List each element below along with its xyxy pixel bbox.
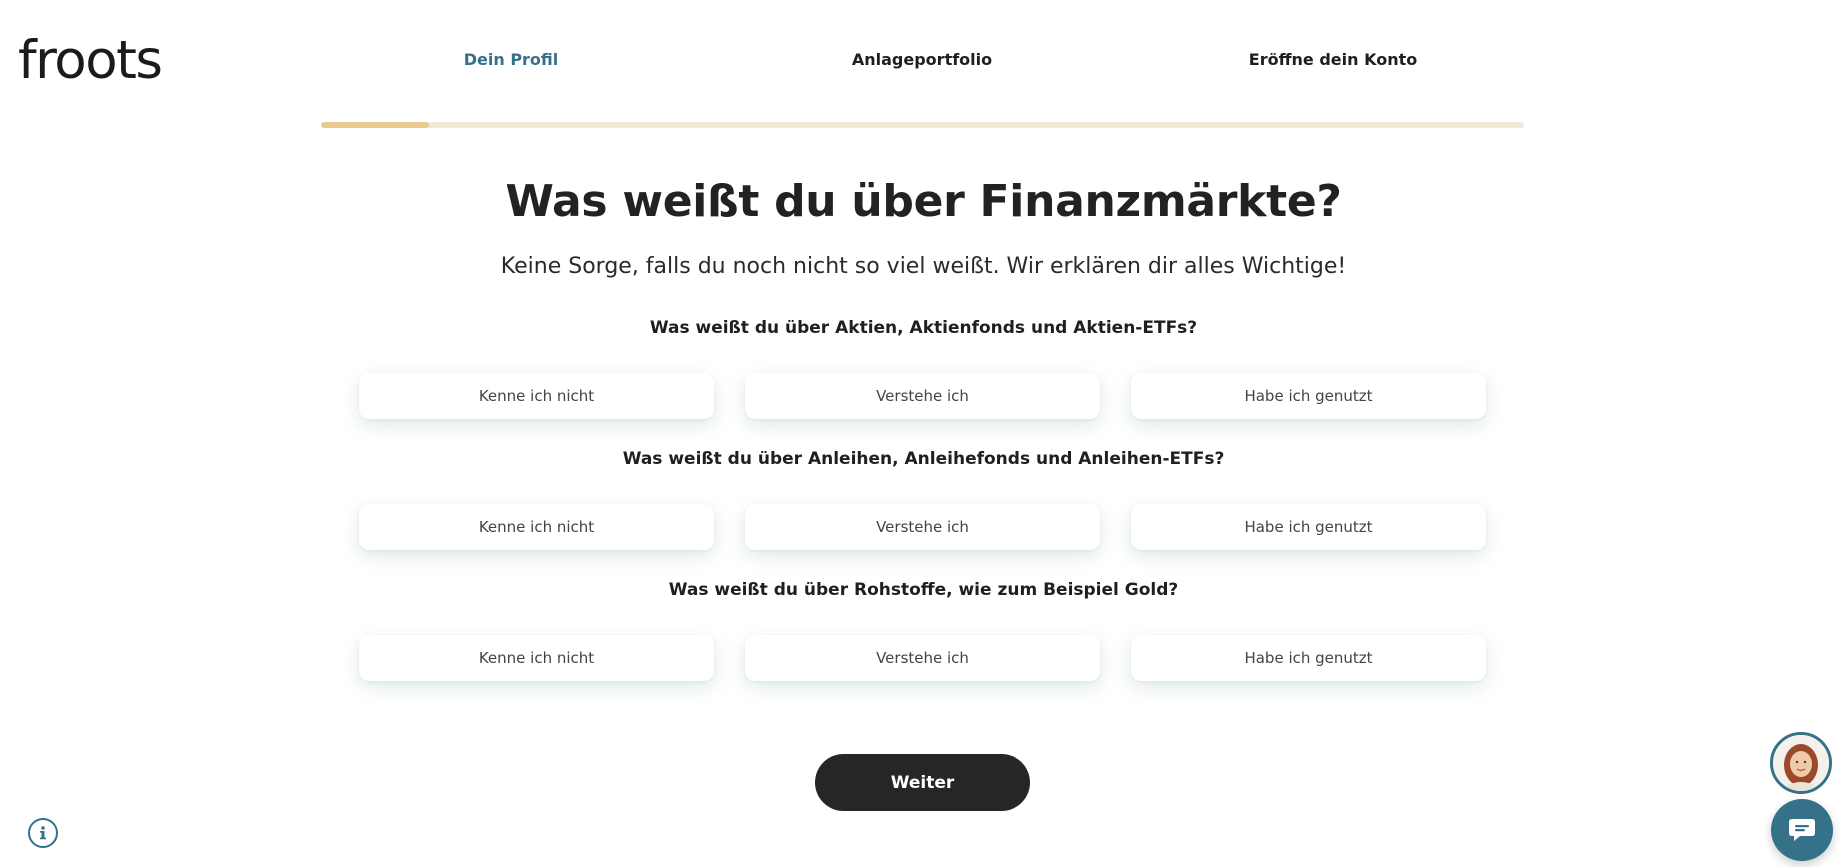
chat-bubble-icon — [1789, 819, 1815, 841]
step-dein-profil: Dein Profil — [463, 50, 559, 69]
option-stocks-used[interactable]: Habe ich genutzt — [1131, 373, 1486, 419]
option-stocks-unknown[interactable]: Kenne ich nicht — [359, 373, 714, 419]
option-commodities-understand[interactable]: Verstehe ich — [745, 635, 1100, 681]
question-bonds: Was weißt du über Anleihen, Anleihefonds… — [622, 449, 1225, 469]
question-commodities: Was weißt du über Rohstoffe, wie zum Bei… — [668, 580, 1179, 600]
progress-bar-fill — [321, 122, 430, 128]
advisor-avatar[interactable] — [1770, 732, 1832, 794]
advisor-portrait — [1773, 735, 1829, 791]
option-bonds-unknown[interactable]: Kenne ich nicht — [359, 504, 714, 550]
continue-button[interactable]: Weiter — [815, 754, 1030, 811]
page-subtitle: Keine Sorge, falls du noch nicht so viel… — [500, 254, 1347, 279]
progress-steps: Dein Profil Anlageportfolio Eröffne dein… — [321, 50, 1524, 70]
info-icon[interactable] — [28, 818, 58, 848]
step-anlageportfolio: Anlageportfolio — [851, 50, 993, 69]
option-commodities-unknown[interactable]: Kenne ich nicht — [359, 635, 714, 681]
step-eroeffne-konto: Eröffne dein Konto — [1248, 50, 1418, 69]
page-title: Was weißt du über Finanzmärkte? — [505, 176, 1342, 227]
option-commodities-used[interactable]: Habe ich genutzt — [1131, 635, 1486, 681]
froots-logo[interactable]: froots — [18, 34, 163, 87]
option-bonds-used[interactable]: Habe ich genutzt — [1131, 504, 1486, 550]
question-stocks: Was weißt du über Aktien, Aktienfonds un… — [649, 318, 1198, 338]
info-glyph — [40, 826, 46, 840]
option-bonds-understand[interactable]: Verstehe ich — [745, 504, 1100, 550]
progress-bar — [321, 122, 1524, 128]
option-stocks-understand[interactable]: Verstehe ich — [745, 373, 1100, 419]
chat-button[interactable] — [1771, 799, 1833, 861]
